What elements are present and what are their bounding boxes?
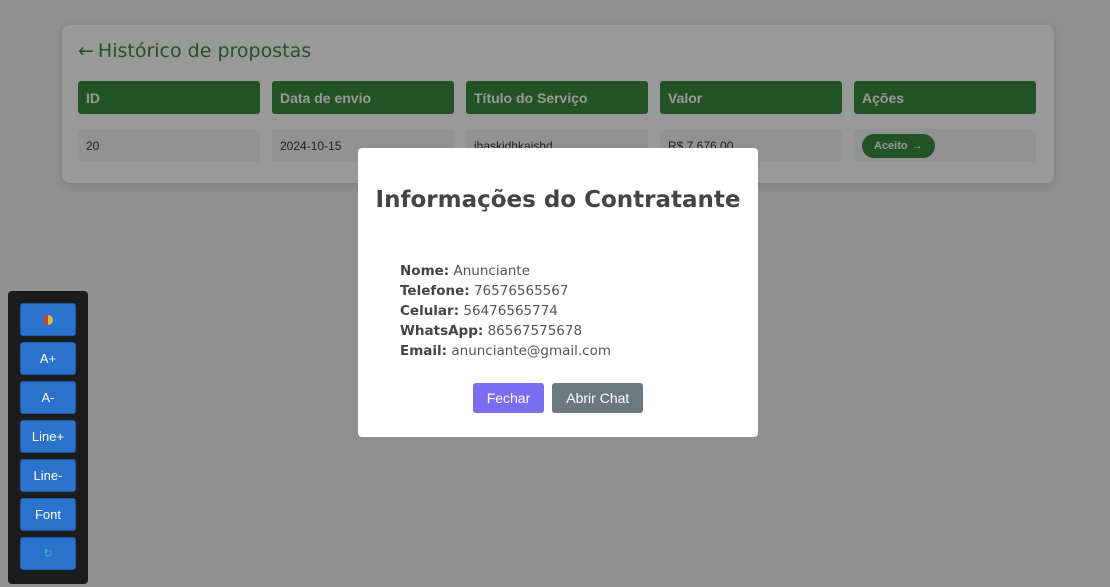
info-label: Nome:: [400, 263, 450, 279]
info-label: WhatsApp:: [400, 323, 484, 339]
info-value: 76576565567: [473, 283, 569, 299]
modal-actions: Fechar Abrir Chat: [358, 383, 758, 413]
refresh-icon: ↻: [43, 548, 53, 560]
info-value: anunciante@gmail.com: [451, 343, 612, 359]
open-chat-button[interactable]: Abrir Chat: [552, 383, 644, 413]
contractor-info-modal: Informações do Contratante Nome: Anuncia…: [358, 148, 758, 437]
increase-line-height-button[interactable]: Line+: [20, 420, 76, 453]
contrast-toggle-button[interactable]: [20, 303, 76, 336]
info-label: Telefone:: [400, 283, 470, 299]
info-phone: Telefone: 76576565567: [400, 281, 611, 301]
info-label: Celular:: [400, 303, 460, 319]
font-toggle-button[interactable]: Font: [20, 498, 76, 531]
info-name: Nome: Anunciante: [400, 261, 611, 281]
info-whatsapp: WhatsApp: 86567575678: [400, 321, 611, 341]
decrease-line-height-button[interactable]: Line-: [20, 459, 76, 492]
reset-button[interactable]: ↻: [20, 537, 76, 570]
info-value: 86567575678: [487, 323, 583, 339]
info-value: 56476565774: [463, 303, 558, 319]
decrease-font-button[interactable]: A-: [20, 381, 76, 414]
close-button[interactable]: Fechar: [472, 383, 545, 413]
info-email: Email: anunciante@gmail.com: [400, 341, 611, 361]
info-value: Anunciante: [453, 263, 531, 279]
modal-title: Informações do Contratante: [375, 187, 741, 213]
increase-font-button[interactable]: A+: [20, 342, 76, 375]
contrast-icon: [43, 314, 53, 325]
info-mobile: Celular: 56476565774: [400, 301, 611, 321]
contractor-info: Nome: Anunciante Telefone: 76576565567 C…: [400, 261, 611, 361]
accessibility-toolbar: A+ A- Line+ Line- Font ↻: [8, 291, 88, 584]
info-label: Email:: [400, 343, 448, 359]
